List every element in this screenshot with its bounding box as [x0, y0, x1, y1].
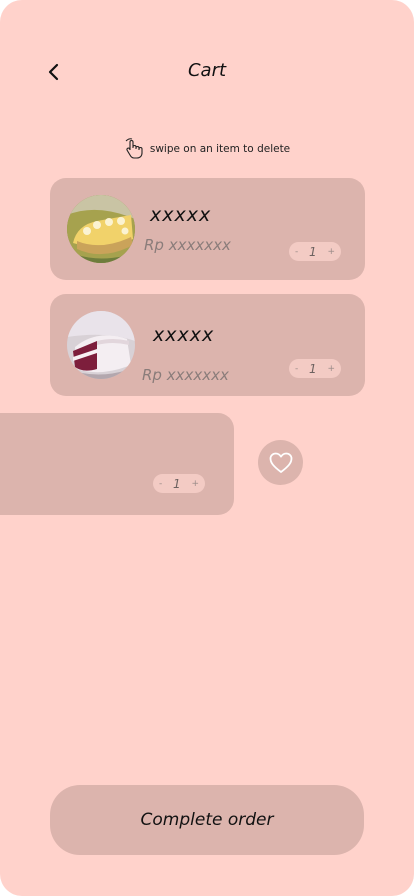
increment-button[interactable]: +	[327, 364, 335, 374]
increment-button[interactable]: +	[327, 247, 335, 257]
cheesecake-photo	[67, 195, 135, 263]
quantity-stepper[interactable]: - 1 +	[289, 242, 341, 261]
increment-button[interactable]: +	[191, 479, 199, 489]
favorite-button[interactable]	[258, 440, 303, 485]
heart-icon	[269, 452, 292, 473]
red-velvet-cake-photo	[67, 311, 135, 379]
cart-item[interactable]: xxxxx Rp xxxxxxx - 1 +	[50, 178, 365, 280]
item-price: Rp xxxxxxx	[142, 366, 229, 384]
item-name: xxxxx	[150, 204, 212, 226]
cart-item-swiped[interactable]: - 1 +	[0, 413, 234, 515]
complete-order-button[interactable]: Complete order	[50, 785, 364, 855]
item-price: Rp xxxxxxx	[144, 236, 231, 254]
swipe-hint-text: swipe on an item to delete	[149, 143, 291, 155]
item-name: xxxxx	[153, 324, 215, 346]
swipe-hint: swipe on an item to delete	[0, 138, 414, 160]
page-title: Cart	[187, 60, 227, 81]
quantity-value: 1	[173, 476, 181, 491]
swipe-hand-icon	[125, 138, 143, 159]
quantity-stepper[interactable]: - 1 +	[153, 474, 205, 493]
cart-screen: Cart swipe on an item to delete xxxxx Rp…	[0, 0, 414, 896]
quantity-value: 1	[309, 361, 317, 376]
decrement-button[interactable]: -	[295, 247, 298, 257]
quantity-value: 1	[309, 244, 317, 259]
quantity-stepper[interactable]: - 1 +	[289, 359, 341, 378]
cart-item[interactable]: xxxxx Rp xxxxxxx - 1 +	[50, 294, 365, 396]
decrement-button[interactable]: -	[159, 479, 162, 489]
decrement-button[interactable]: -	[295, 364, 298, 374]
